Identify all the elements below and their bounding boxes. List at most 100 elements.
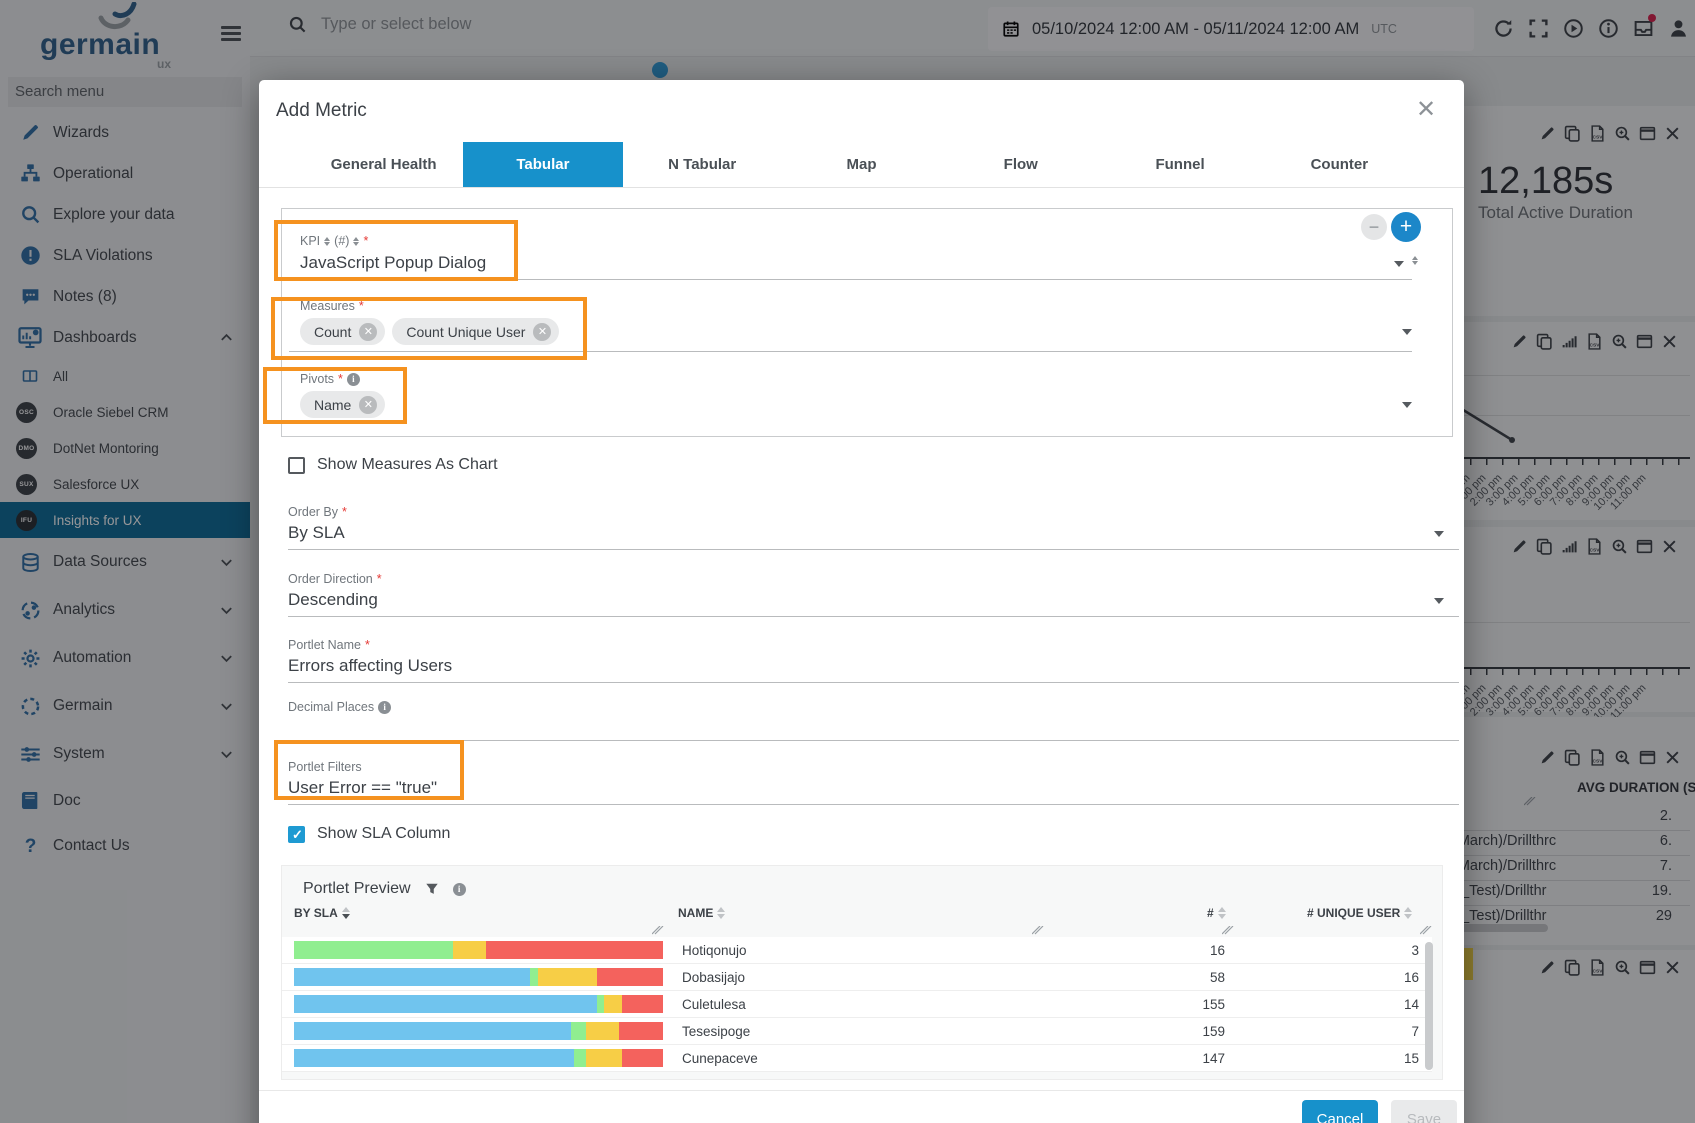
table-row[interactable]: Culetulesa15514	[282, 991, 1432, 1018]
sla-segment-yellow	[586, 1049, 623, 1067]
column-header-unique-user[interactable]: # UNIQUE USER	[1307, 906, 1412, 920]
column-header-by-sla[interactable]: BY SLA	[294, 906, 350, 920]
kpi-field-label: KPI (#) *	[300, 234, 368, 248]
sla-segment-blue	[294, 1049, 574, 1067]
row-unique-users: 3	[1411, 943, 1419, 958]
measures-field-label: Measures*	[300, 299, 364, 313]
order-direction-select[interactable]: Descending	[288, 590, 378, 610]
sla-segment-yellow	[604, 995, 622, 1013]
portlet-preview: Portlet Preview i BY SLA NAME # # UNIQUE…	[281, 865, 1443, 1080]
tab-n-tabular[interactable]: N Tabular	[623, 142, 782, 187]
portlet-filters-input[interactable]: User Error == "true"	[288, 778, 437, 798]
table-row[interactable]: Tesesipoge1597	[282, 1018, 1432, 1045]
checkbox-icon[interactable]	[288, 826, 305, 843]
screen: germain ux Search menu WizardsOperationa…	[0, 0, 1695, 1123]
add-metric-dialog: Add Metric ✕ General HealthTabularN Tabu…	[259, 80, 1464, 1123]
sla-segment-green	[294, 941, 453, 959]
pivots-field-label: Pivots* i	[300, 372, 360, 386]
measures-chips: Count✕ Count Unique User✕	[300, 318, 559, 345]
column-resize-handle[interactable]	[1032, 926, 1044, 935]
table-row[interactable]: Dobasijajo 58 16	[282, 964, 1432, 991]
row-name: Hotiqonujo	[682, 943, 747, 958]
sla-segment-green	[574, 1049, 585, 1067]
sla-segment-green	[597, 995, 604, 1013]
column-header-count[interactable]: #	[1207, 906, 1226, 920]
sla-segment-red	[619, 1022, 663, 1040]
table-row[interactable]: Cunepaceve 147 15	[282, 1045, 1432, 1072]
row-count: 155	[1202, 997, 1225, 1012]
sla-segment-red	[622, 1049, 663, 1067]
order-by-select[interactable]: By SLA	[288, 523, 345, 543]
row-unique-users: 14	[1404, 997, 1419, 1012]
close-icon[interactable]: ✕	[1416, 98, 1436, 122]
measure-chip[interactable]: Count✕	[300, 318, 385, 345]
tab-flow[interactable]: Flow	[941, 142, 1100, 187]
row-count: 159	[1202, 1024, 1225, 1039]
kpi-sort-icon[interactable]	[324, 237, 330, 246]
row-unique-users: 15	[1404, 1051, 1419, 1066]
row-count: 58	[1210, 970, 1225, 985]
order-direction-caret[interactable]	[1434, 598, 1444, 604]
info-icon[interactable]: i	[347, 373, 360, 386]
info-icon[interactable]: i	[378, 701, 391, 714]
sla-segment-blue	[294, 995, 597, 1013]
tab-map[interactable]: Map	[782, 142, 941, 187]
chip-remove-icon[interactable]: ✕	[359, 396, 377, 414]
show-measures-as-chart-checkbox[interactable]: Show Measures As Chart	[288, 456, 498, 474]
row-name: Tesesipoge	[682, 1024, 750, 1039]
add-kpi-button[interactable]: +	[1391, 212, 1421, 242]
column-resize-handle[interactable]	[652, 926, 664, 935]
sla-segment-yellow	[586, 1022, 619, 1040]
pivots-chips: Name✕	[300, 391, 385, 418]
sla-segment-yellow	[453, 941, 486, 959]
measure-chip[interactable]: Count Unique User✕	[392, 318, 559, 345]
metric-type-tabs: General HealthTabularN TabularMapFlowFun…	[259, 142, 1464, 188]
tab-counter[interactable]: Counter	[1260, 142, 1419, 187]
filter-funnel-icon[interactable]	[425, 882, 439, 896]
sla-segment-blue	[294, 968, 530, 986]
vertical-scrollbar[interactable]	[1425, 942, 1433, 1070]
kpi-dropdown-caret[interactable]	[1394, 261, 1404, 267]
pivot-chip[interactable]: Name✕	[300, 391, 385, 418]
tab-tabular[interactable]: Tabular	[463, 142, 622, 187]
kpi-count-sort-icon[interactable]	[353, 237, 359, 246]
sla-segment-yellow	[538, 968, 597, 986]
row-count: 147	[1202, 1051, 1225, 1066]
remove-kpi-button[interactable]: −	[1361, 214, 1387, 240]
sla-bar	[294, 968, 663, 986]
chip-remove-icon[interactable]: ✕	[533, 323, 551, 341]
sla-segment-green	[530, 968, 537, 986]
sla-segment-blue	[294, 1022, 571, 1040]
tab-general-health[interactable]: General Health	[304, 142, 463, 187]
pivots-dropdown-caret[interactable]	[1402, 402, 1412, 408]
chip-remove-icon[interactable]: ✕	[359, 323, 377, 341]
dialog-title: Add Metric	[276, 100, 367, 122]
cancel-button[interactable]: Cancel	[1302, 1100, 1378, 1123]
row-name: Dobasijajo	[682, 970, 745, 985]
order-by-caret[interactable]	[1434, 531, 1444, 537]
kpi-select[interactable]: JavaScript Popup Dialog	[300, 253, 486, 273]
row-name: Cunepaceve	[682, 1051, 758, 1066]
sla-bar	[294, 995, 663, 1013]
sla-segment-red	[622, 995, 663, 1013]
measures-dropdown-caret[interactable]	[1402, 329, 1412, 335]
checkbox-icon[interactable]	[288, 457, 305, 474]
sla-bar	[294, 1049, 663, 1067]
tab-funnel[interactable]: Funnel	[1100, 142, 1259, 187]
info-icon[interactable]: i	[453, 883, 466, 896]
save-button[interactable]: Save	[1391, 1100, 1457, 1123]
preview-rows: Hotiqonujo163Dobasijajo5816Culetulesa155…	[282, 937, 1432, 1072]
sla-segment-red	[597, 968, 663, 986]
column-resize-handle[interactable]	[1420, 926, 1432, 935]
kpi-spinner[interactable]	[1412, 256, 1418, 265]
table-row[interactable]: Hotiqonujo 16 3	[282, 937, 1432, 964]
row-unique-users: 16	[1404, 970, 1419, 985]
sla-bar	[294, 941, 663, 959]
column-resize-handle[interactable]	[1222, 926, 1234, 935]
column-header-name[interactable]: NAME	[678, 906, 725, 920]
show-sla-column-checkbox[interactable]: Show SLA Column	[288, 825, 450, 843]
portlet-name-input[interactable]: Errors affecting Users	[288, 656, 452, 676]
row-count: 16	[1210, 943, 1225, 958]
sla-bar	[294, 1022, 663, 1040]
preview-title: Portlet Preview	[303, 880, 411, 898]
